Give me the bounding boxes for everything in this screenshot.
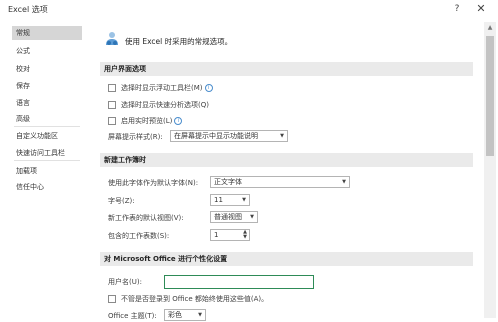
font-size-label: 字号(Z):	[108, 197, 135, 205]
chevron-down-icon: ▼	[198, 312, 202, 318]
option-live-preview[interactable]: 启用实时预览(L) i	[108, 115, 308, 127]
username-label: 用户名(U):	[108, 278, 142, 286]
sheet-count-label: 包含的工作表数(S):	[108, 232, 170, 240]
chevron-down-icon: ▼	[342, 179, 346, 185]
sheet-count-value: 1	[214, 231, 219, 239]
scrollbar-thumb[interactable]	[486, 36, 494, 156]
sidebar-divider	[14, 160, 80, 161]
options-sidebar: 常规 公式 校对 保存 语言 高级 自定义功能区 快速访问工具栏 加载项 信任中…	[12, 22, 82, 318]
sidebar-item-formulas[interactable]: 公式	[12, 44, 82, 58]
chevron-down-icon: ▼	[250, 214, 254, 220]
chevron-down-icon: ▼	[242, 197, 246, 203]
live-preview-label: 启用实时预览(L)	[121, 117, 173, 125]
sidebar-item-customize-ribbon[interactable]: 自定义功能区	[12, 129, 82, 143]
office-theme-label: Office 主题(T):	[108, 312, 157, 320]
live-preview-checkbox[interactable]	[108, 117, 116, 125]
mini-toolbar-checkbox[interactable]	[108, 84, 116, 92]
option-mini-toolbar[interactable]: 选择时显示浮动工具栏(M) i	[108, 82, 308, 94]
sidebar-item-quick-access-toolbar[interactable]: 快速访问工具栏	[12, 146, 82, 160]
default-font-dropdown[interactable]: 正文字体 ▼	[210, 176, 350, 188]
default-font-label: 使用此字体作为默认字体(N):	[108, 179, 199, 187]
vertical-scrollbar[interactable]: ▲	[484, 22, 496, 318]
mini-toolbar-label: 选择时显示浮动工具栏(M)	[121, 84, 203, 92]
default-view-label: 新工作表的默认视图(V):	[108, 214, 184, 222]
page-header: 使用 Excel 时采用的常规选项。	[90, 22, 482, 56]
screentip-style-value: 在屏幕提示中显示功能说明	[174, 132, 258, 140]
people-settings-icon	[106, 32, 118, 45]
scroll-up-arrow-icon[interactable]: ▲	[484, 22, 496, 34]
spinner-arrows-icon[interactable]: ▲ ▼	[243, 230, 247, 240]
sidebar-item-trust-center[interactable]: 信任中心	[12, 180, 82, 194]
sheet-count-spinner[interactable]: 1 ▲ ▼	[210, 229, 250, 241]
sidebar-divider	[14, 126, 80, 127]
screentip-style-dropdown[interactable]: 在屏幕提示中显示功能说明 ▼	[170, 130, 288, 142]
general-options-panel: 使用 Excel 时采用的常规选项。 用户界面选项 选择时显示浮动工具栏(M) i…	[90, 22, 482, 321]
sidebar-item-advanced[interactable]: 高级	[12, 112, 82, 126]
section-header-new-workbook: 新建工作簿时	[100, 153, 473, 167]
section-header-ui-options: 用户界面选项	[100, 62, 473, 76]
sidebar-item-proofing[interactable]: 校对	[12, 62, 82, 76]
default-view-dropdown[interactable]: 普通视图 ▼	[210, 211, 258, 223]
font-size-value: 11	[214, 196, 223, 204]
section-header-personalize: 对 Microsoft Office 进行个性化设置	[100, 252, 473, 266]
office-theme-dropdown[interactable]: 彩色 ▼	[164, 309, 206, 321]
screentip-style-label: 屏幕提示样式(R):	[108, 133, 163, 141]
option-quick-analysis[interactable]: 选择时显示快速分析选项(Q)	[108, 99, 308, 111]
help-button[interactable]: ?	[452, 2, 462, 16]
info-icon: i	[204, 84, 213, 92]
chevron-down-icon: ▼	[280, 133, 284, 139]
option-always-use-values[interactable]: 不管是否登录到 Office 都始终使用这些值(A)。	[108, 293, 308, 305]
window-title: Excel 选项	[8, 5, 48, 14]
default-font-value: 正文字体	[214, 178, 242, 186]
default-view-value: 普通视图	[214, 213, 242, 221]
title-bar: Excel 选项 ? ✕	[0, 0, 498, 19]
sidebar-item-language[interactable]: 语言	[12, 96, 82, 110]
page-title: 使用 Excel 时采用的常规选项。	[125, 37, 233, 46]
always-use-values-checkbox[interactable]	[108, 295, 116, 303]
font-size-dropdown[interactable]: 11 ▼	[210, 194, 250, 206]
always-use-values-label: 不管是否登录到 Office 都始终使用这些值(A)。	[121, 295, 269, 303]
quick-analysis-label: 选择时显示快速分析选项(Q)	[121, 101, 209, 109]
info-icon: i	[174, 117, 183, 125]
sidebar-item-general[interactable]: 常规	[12, 26, 82, 40]
sidebar-item-save[interactable]: 保存	[12, 79, 82, 93]
username-input[interactable]	[164, 275, 314, 289]
sidebar-item-add-ins[interactable]: 加载项	[12, 164, 82, 178]
close-button[interactable]: ✕	[474, 2, 488, 16]
quick-analysis-checkbox[interactable]	[108, 101, 116, 109]
